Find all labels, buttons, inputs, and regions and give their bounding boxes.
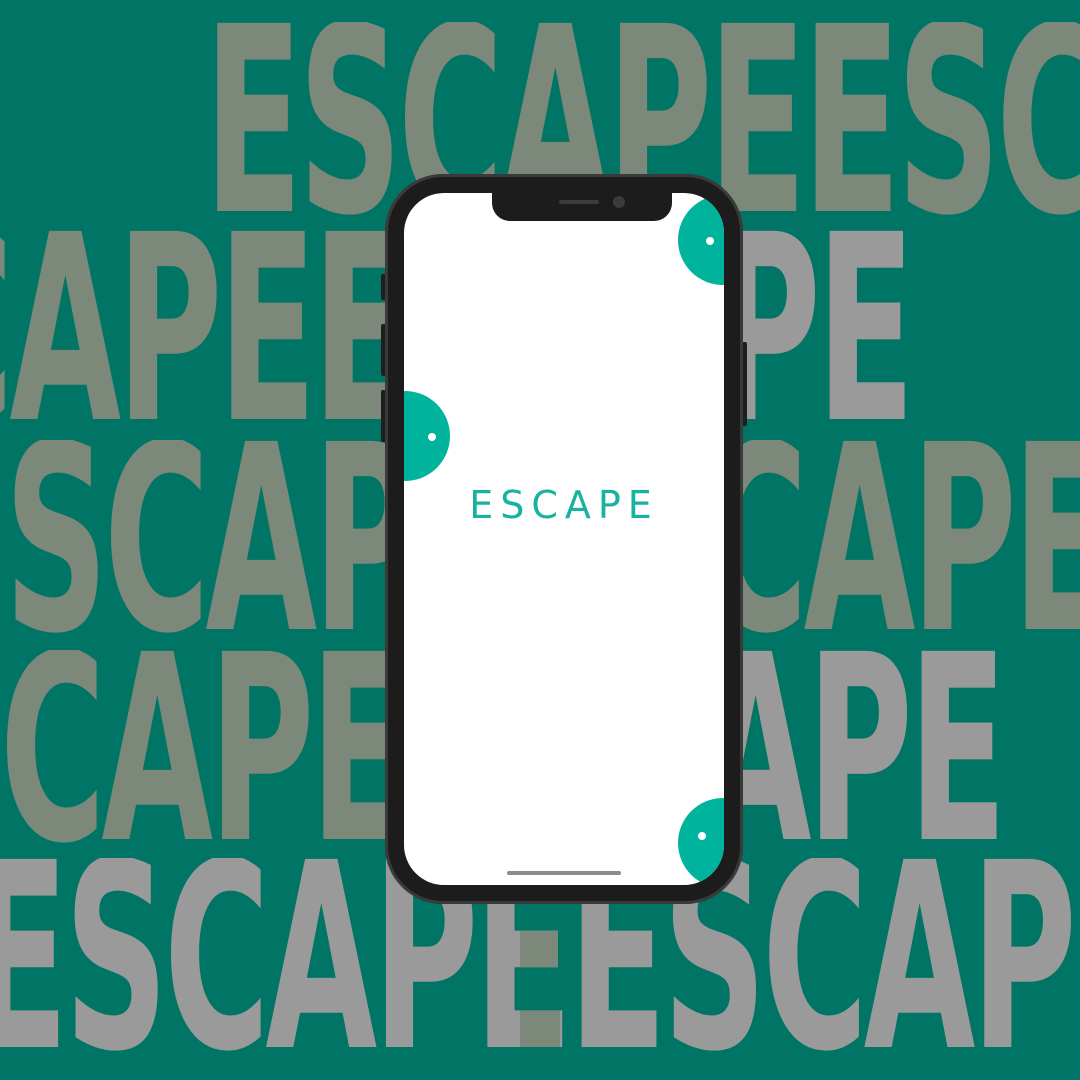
phone-mockup: ESCAPE <box>381 174 747 904</box>
phone-notch <box>492 193 672 221</box>
phone-screen: ESCAPE <box>404 193 724 885</box>
app-title: ESCAPE <box>469 483 659 527</box>
speaker-grille-icon <box>559 200 599 204</box>
top-right-circle-decoration <box>678 195 724 285</box>
left-circle-decoration <box>404 391 450 481</box>
home-indicator[interactable] <box>507 871 621 875</box>
circle-dot <box>698 832 706 840</box>
bottom-right-circle-decoration <box>678 798 724 885</box>
front-camera-icon <box>613 196 625 208</box>
circle-dot <box>428 433 436 441</box>
circle-dot <box>706 237 714 245</box>
